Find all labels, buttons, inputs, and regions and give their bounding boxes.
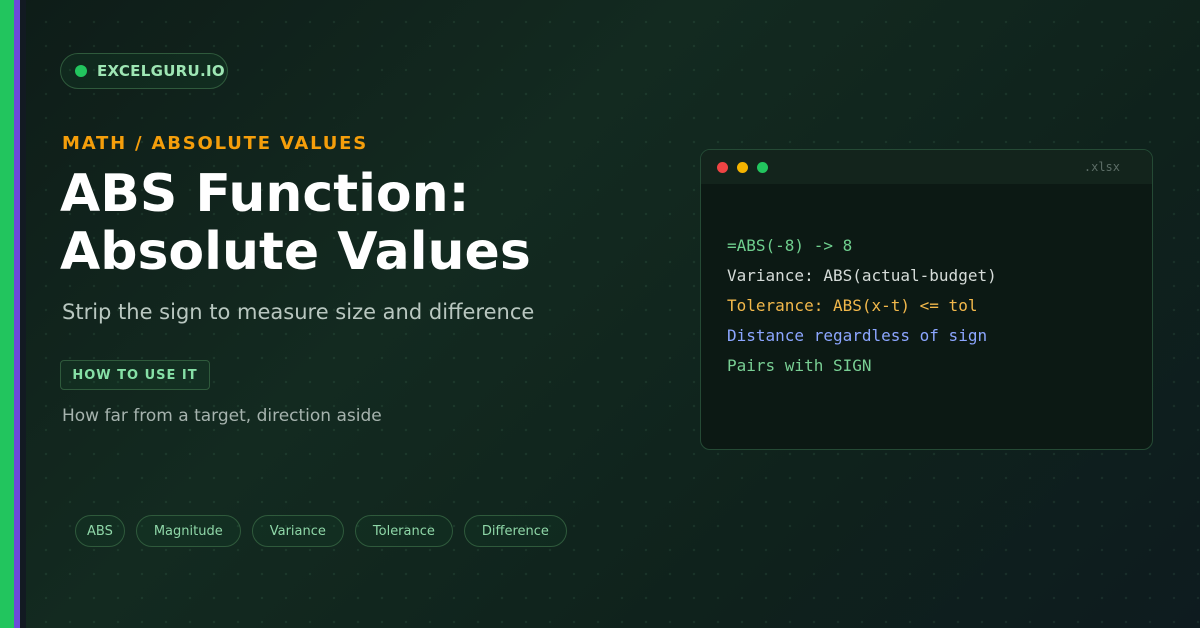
category-eyebrow: MATH / ABSOLUTE VALUES xyxy=(62,133,369,154)
code-line: Tolerance: ABS(x-t) <= tol xyxy=(727,296,978,315)
page-title: ABS Function: Absolute Values xyxy=(60,165,531,281)
tag-tolerance[interactable]: Tolerance xyxy=(354,515,453,547)
title-line-1: ABS Function: xyxy=(60,164,470,224)
maximize-dot-icon[interactable] xyxy=(757,161,768,173)
file-extension-label: .xlsx xyxy=(1083,160,1120,174)
tag-abs[interactable]: ABS xyxy=(75,515,125,547)
minimize-dot-icon[interactable] xyxy=(737,161,748,173)
window-titlebar: .xlsx xyxy=(701,150,1152,184)
brand-name: EXCELGURU.IO xyxy=(97,62,225,80)
accent-stripe-green xyxy=(0,0,14,628)
description-text: How far from a target, direction aside xyxy=(62,406,382,426)
code-line: Variance: ABS(actual-budget) xyxy=(727,266,997,285)
title-line-2: Absolute Values xyxy=(60,222,531,282)
code-body: =ABS(-8) -> 8 Variance: ABS(actual-budge… xyxy=(701,184,1152,381)
tag-list: ABS Magnitude Variance Tolerance Differe… xyxy=(75,515,567,547)
code-line: Pairs with SIGN xyxy=(727,356,872,375)
tag-variance[interactable]: Variance xyxy=(251,515,344,547)
code-line: Distance regardless of sign xyxy=(727,326,988,345)
code-window: .xlsx =ABS(-8) -> 8 Variance: ABS(actual… xyxy=(700,149,1153,450)
code-line: =ABS(-8) -> 8 xyxy=(727,236,853,255)
tag-magnitude[interactable]: Magnitude xyxy=(135,515,241,547)
how-to-use-button[interactable]: HOW TO USE IT xyxy=(60,360,210,390)
page-subtitle: Strip the sign to measure size and diffe… xyxy=(62,300,535,324)
close-dot-icon[interactable] xyxy=(717,161,728,173)
accent-stripe-dark xyxy=(20,0,26,628)
brand-badge[interactable]: EXCELGURU.IO xyxy=(60,53,228,89)
tag-difference[interactable]: Difference xyxy=(463,515,567,547)
brand-dot-icon xyxy=(75,65,87,77)
